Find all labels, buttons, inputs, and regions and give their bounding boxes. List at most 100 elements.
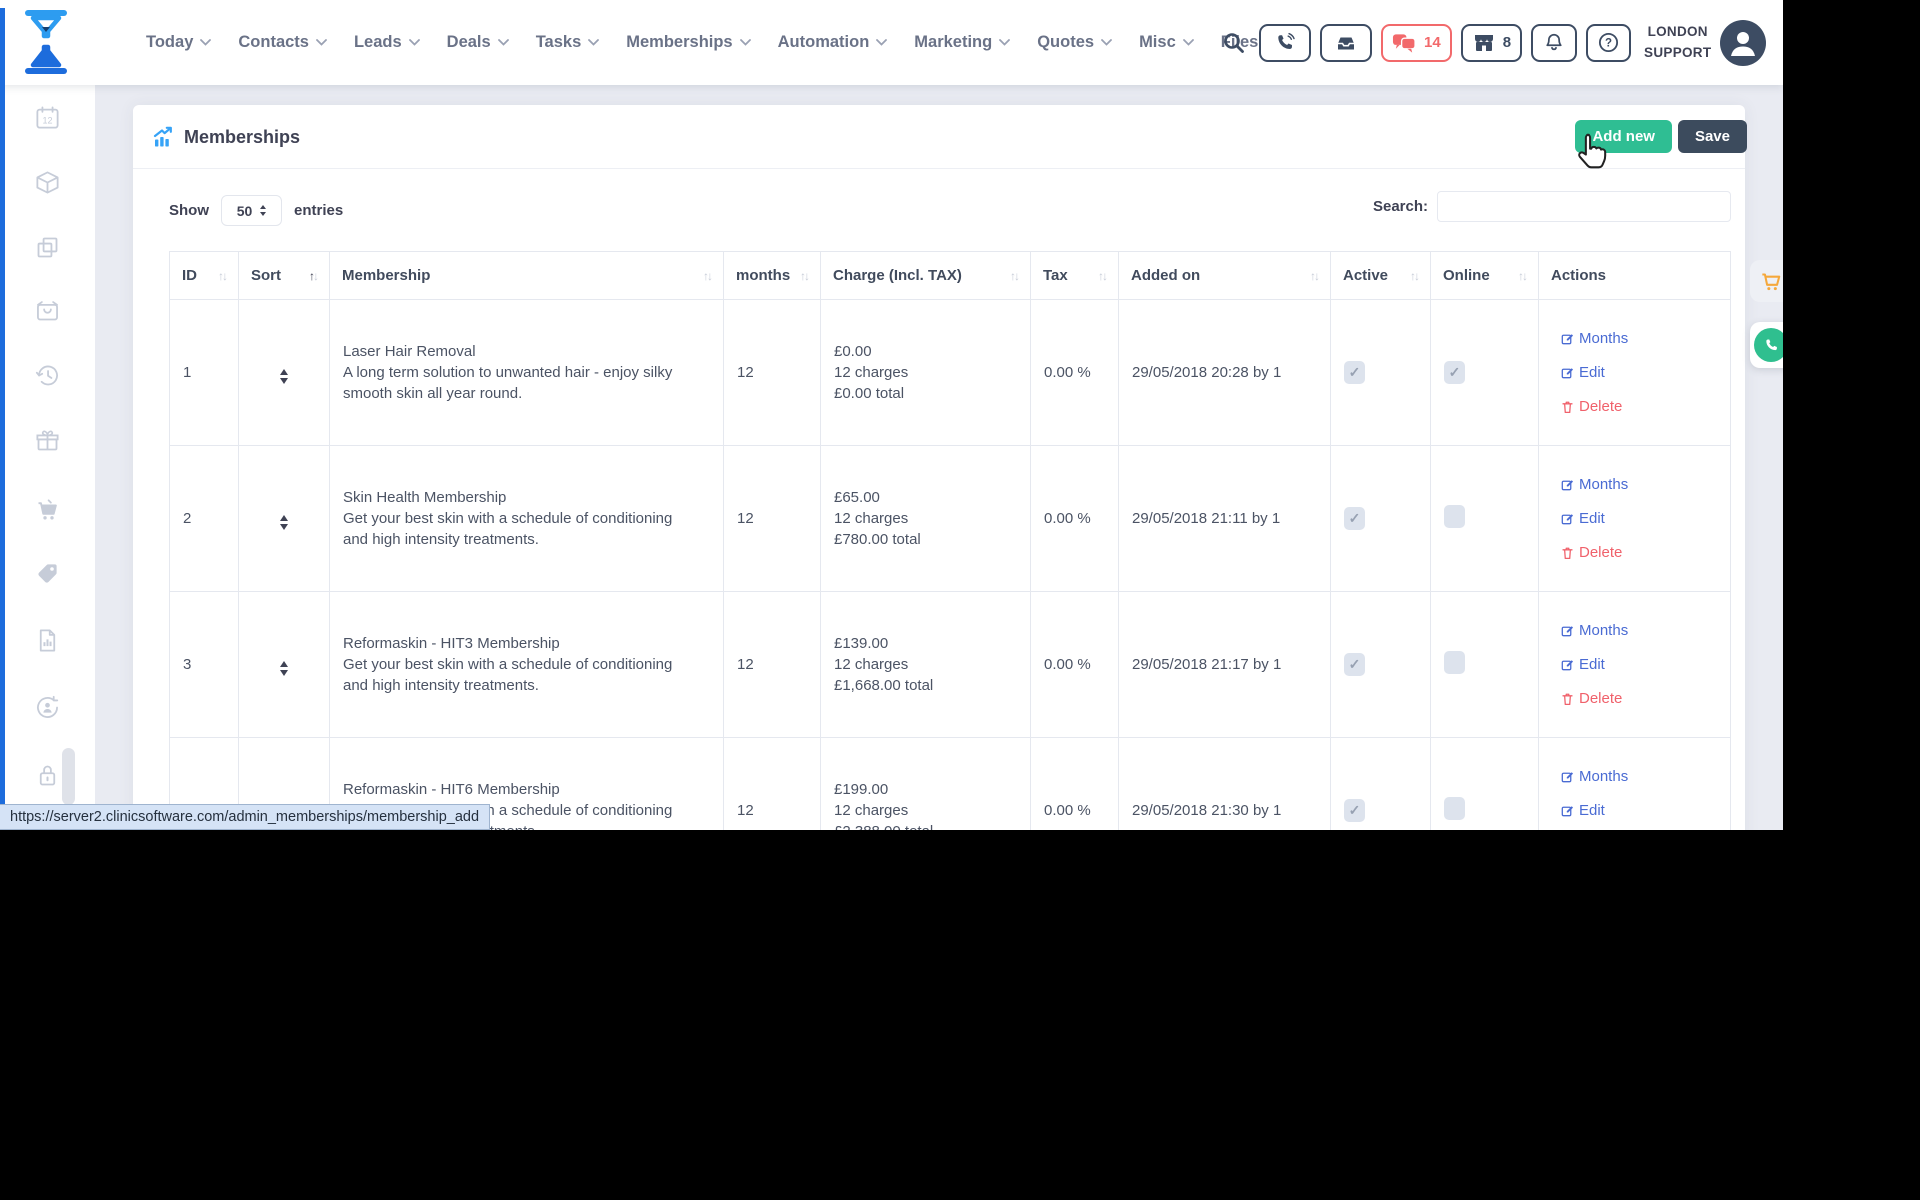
col-header-months[interactable]: months↑↓ xyxy=(724,252,821,300)
cell-added-on: 29/05/2018 21:30 by 1 xyxy=(1119,738,1331,831)
table-row: 1 Laser Hair Removal A long term solutio… xyxy=(170,300,1731,446)
edit-icon xyxy=(1561,332,1574,345)
months-link[interactable]: Months xyxy=(1561,622,1717,639)
memberships-card: Memberships Add new Save Show 50 entries xyxy=(133,105,1745,830)
edit-link[interactable]: Edit xyxy=(1561,656,1717,673)
col-header-id[interactable]: ID↑↓ xyxy=(170,252,239,300)
edit-link[interactable]: Edit xyxy=(1561,802,1717,819)
online-checkbox[interactable]: ✓ xyxy=(1444,797,1465,820)
sort-arrows-icon: ↑↓ xyxy=(1518,269,1526,283)
online-checkbox[interactable]: ✓ xyxy=(1444,651,1465,674)
col-header-active[interactable]: Active↑↓ xyxy=(1331,252,1431,300)
col-header-sort[interactable]: Sort↑↓ xyxy=(239,252,330,300)
active-checkbox[interactable]: ✓ xyxy=(1344,507,1365,530)
delete-link[interactable]: Delete xyxy=(1561,690,1717,707)
search-input[interactable] xyxy=(1437,191,1731,222)
active-checkbox[interactable]: ✓ xyxy=(1344,653,1365,676)
sort-arrows-icon: ↑↓ xyxy=(1010,269,1018,283)
col-header-membership[interactable]: Membership↑↓ xyxy=(330,252,724,300)
sidebar-item-copies[interactable] xyxy=(34,234,61,261)
save-button[interactable]: Save xyxy=(1678,120,1747,153)
edit-link[interactable]: Edit xyxy=(1561,510,1717,527)
store-button[interactable]: 8 xyxy=(1461,24,1522,62)
delete-link[interactable]: Delete xyxy=(1561,398,1717,415)
sidebar-item-history[interactable] xyxy=(34,362,61,389)
col-header-charge[interactable]: Charge (Incl. TAX)↑↓ xyxy=(821,252,1031,300)
active-checkbox[interactable]: ✓ xyxy=(1344,361,1365,384)
edit-icon xyxy=(1561,366,1574,379)
nav-item-memberships[interactable]: Memberships xyxy=(626,33,750,52)
sidebar-scrollbar[interactable] xyxy=(62,748,75,805)
user-avatar[interactable] xyxy=(1720,20,1766,66)
months-link[interactable]: Months xyxy=(1561,476,1717,493)
sidebar-item-reports[interactable] xyxy=(34,627,61,654)
sidebar-item-security[interactable] xyxy=(34,762,61,789)
online-checkbox[interactable]: ✓ xyxy=(1444,505,1465,528)
months-link[interactable]: Months xyxy=(1561,768,1717,785)
floating-phone-button[interactable] xyxy=(1750,322,1783,368)
copy-icon xyxy=(34,234,61,261)
cell-actions: Months Edit Delete xyxy=(1539,592,1731,738)
search-icon[interactable] xyxy=(1222,31,1246,55)
table-controls: Show 50 entries Search: xyxy=(133,169,1745,251)
person-sync-icon xyxy=(34,694,61,721)
active-checkbox[interactable]: ✓ xyxy=(1344,799,1365,822)
sidebar-item-gifts[interactable] xyxy=(34,427,61,454)
col-header-online[interactable]: Online↑↓ xyxy=(1431,252,1539,300)
add-new-button[interactable]: Add new xyxy=(1575,120,1672,153)
nav-item-marketing[interactable]: Marketing xyxy=(914,33,1010,52)
screen: Today Contacts Leads Deals Tasks Members… xyxy=(0,0,1920,1200)
app-logo[interactable] xyxy=(20,7,72,82)
nav-item-leads[interactable]: Leads xyxy=(354,33,420,52)
account-location-label[interactable]: LONDON SUPPORT xyxy=(1644,22,1711,63)
floating-cart-button[interactable] xyxy=(1750,260,1783,302)
question-icon: ? xyxy=(1597,31,1620,54)
nav-label: Marketing xyxy=(914,33,992,52)
sidebar-item-account-sync[interactable] xyxy=(34,694,61,721)
drag-sort-handle[interactable] xyxy=(280,369,288,384)
cell-months: 12 xyxy=(724,300,821,446)
sidebar-item-packages[interactable] xyxy=(34,169,61,196)
nav-item-automation[interactable]: Automation xyxy=(778,33,888,52)
col-header-tax[interactable]: Tax↑↓ xyxy=(1031,252,1119,300)
page-size-select[interactable]: 50 xyxy=(221,195,282,226)
sidebar-item-calendar[interactable]: 12 xyxy=(34,104,61,131)
online-checkbox[interactable]: ✓ xyxy=(1444,361,1465,384)
account-line2: SUPPORT xyxy=(1644,43,1711,63)
chart-up-icon xyxy=(152,126,174,148)
phone-button[interactable] xyxy=(1259,24,1311,62)
nav-label: Deals xyxy=(447,33,491,52)
delete-link[interactable]: Delete xyxy=(1561,544,1717,561)
sort-arrows-icon: ↑↓ xyxy=(703,269,711,283)
edit-icon xyxy=(1561,804,1574,817)
topbar-actions: 14 8 ? LONDON SUPPORT xyxy=(1222,0,1766,85)
drag-sort-handle[interactable] xyxy=(280,515,288,530)
page-size-value: 50 xyxy=(237,203,253,219)
nav-item-misc[interactable]: Misc xyxy=(1139,33,1194,52)
link-url-tooltip: https://server2.clinicsoftware.com/admin… xyxy=(0,804,490,830)
chat-button[interactable]: 14 xyxy=(1381,24,1452,62)
cell-tax: 0.00 % xyxy=(1031,446,1119,592)
nav-item-tasks[interactable]: Tasks xyxy=(536,33,600,52)
col-header-added-on[interactable]: Added on↑↓ xyxy=(1119,252,1331,300)
nav-item-today[interactable]: Today xyxy=(146,33,211,52)
sidebar-item-basket[interactable] xyxy=(34,297,61,324)
edit-icon xyxy=(1561,624,1574,637)
sidebar-item-pricing[interactable] xyxy=(34,560,61,587)
nav-label: Misc xyxy=(1139,33,1176,52)
edit-icon xyxy=(1561,478,1574,491)
nav-item-deals[interactable]: Deals xyxy=(447,33,509,52)
nav-item-contacts[interactable]: Contacts xyxy=(238,33,327,52)
drag-sort-handle[interactable] xyxy=(280,661,288,676)
cell-charge: £65.00 12 charges £780.00 total xyxy=(821,446,1031,592)
edit-link[interactable]: Edit xyxy=(1561,364,1717,381)
inbox-button[interactable] xyxy=(1320,24,1372,62)
help-button[interactable]: ? xyxy=(1586,24,1631,62)
cell-charge: £139.00 12 charges £1,668.00 total xyxy=(821,592,1031,738)
months-link[interactable]: Months xyxy=(1561,330,1717,347)
cell-active: ✓ xyxy=(1331,592,1431,738)
nav-item-quotes[interactable]: Quotes xyxy=(1037,33,1112,52)
sidebar-item-shop[interactable] xyxy=(34,497,61,524)
notifications-button[interactable] xyxy=(1531,24,1577,62)
cell-tax: 0.00 % xyxy=(1031,592,1119,738)
